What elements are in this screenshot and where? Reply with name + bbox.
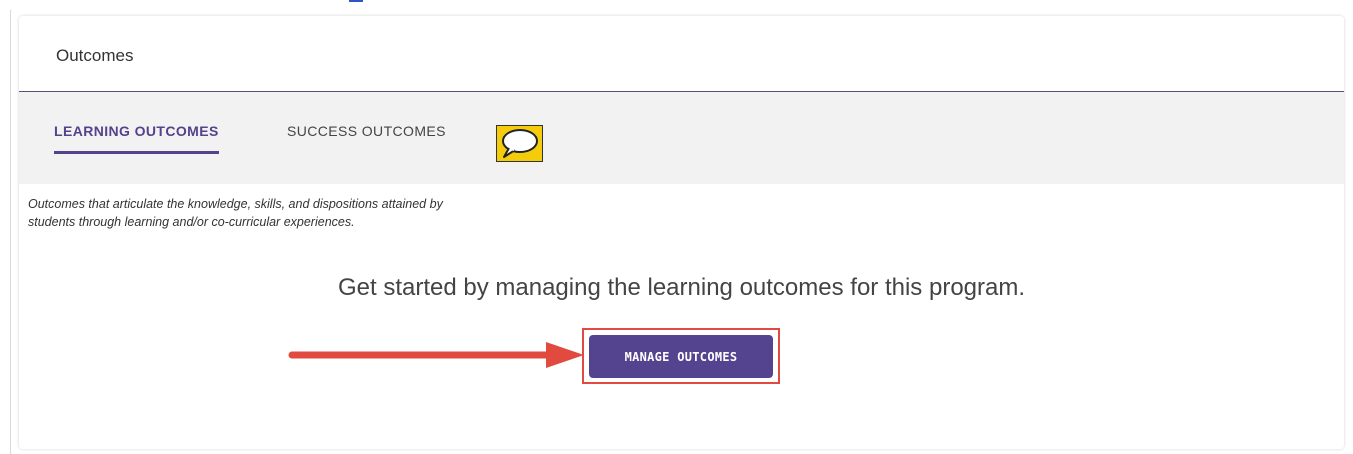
arrow-right-icon <box>288 342 584 368</box>
card-title: Outcomes <box>56 46 134 65</box>
outcomes-card: Outcomes LEARNING OUTCOMES SUCCESS OUTCO… <box>19 16 1344 449</box>
card-body: Outcomes that articulate the knowledge, … <box>19 184 1344 449</box>
tab-success-outcomes[interactable]: SUCCESS OUTCOMES <box>287 121 446 149</box>
cropped-link-fragment <box>349 0 363 2</box>
speech-bubble-icon[interactable] <box>496 125 543 162</box>
page: Outcomes LEARNING OUTCOMES SUCCESS OUTCO… <box>0 0 1353 454</box>
outcomes-description: Outcomes that articulate the knowledge, … <box>28 195 668 231</box>
tabs-bar: LEARNING OUTCOMES SUCCESS OUTCOMES <box>19 92 1344 184</box>
get-started-text: Get started by managing the learning out… <box>337 274 1026 301</box>
card-header: Outcomes <box>19 16 1344 92</box>
speech-bubble-icon-graphic <box>502 129 538 158</box>
tab-learning-outcomes[interactable]: LEARNING OUTCOMES <box>54 121 219 154</box>
top-strip <box>0 0 1353 10</box>
manage-outcomes-button[interactable]: MANAGE OUTCOMES <box>589 335 773 378</box>
description-line-2: students through learning and/or co-curr… <box>28 215 355 229</box>
description-line-1: Outcomes that articulate the knowledge, … <box>28 197 443 211</box>
page-edge <box>10 10 11 454</box>
